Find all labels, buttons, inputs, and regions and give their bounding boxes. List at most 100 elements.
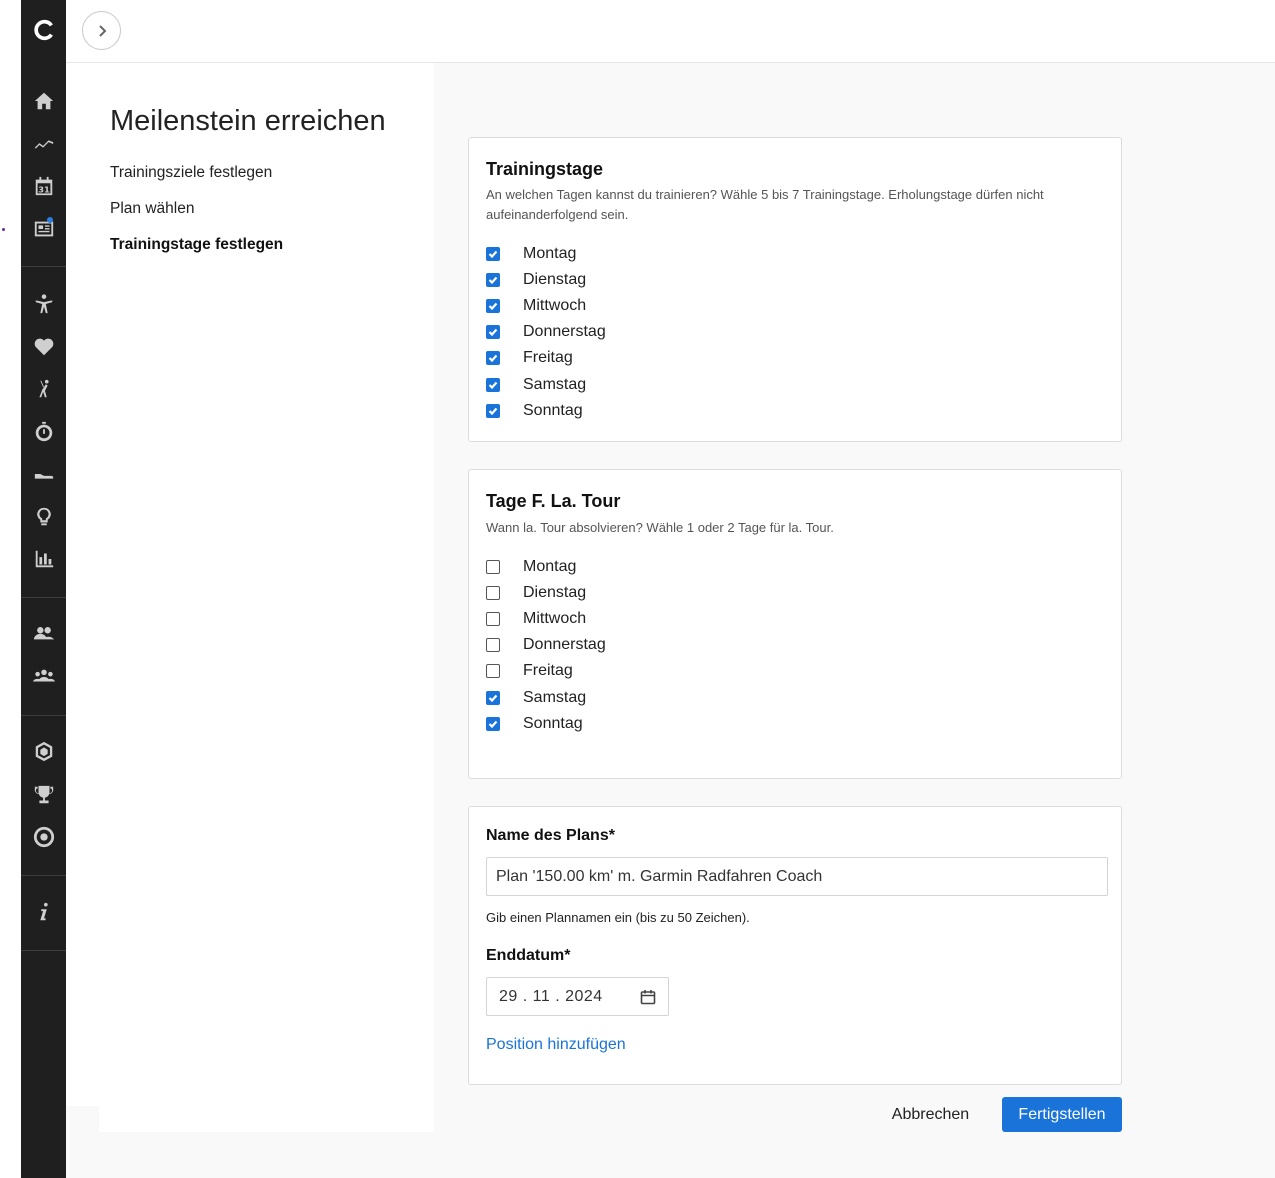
top-bar [66, 0, 1275, 63]
long-tour-day-checkbox[interactable] [486, 638, 500, 652]
training-day-row[interactable]: Freitag [486, 348, 573, 368]
bar-chart-icon[interactable] [32, 547, 56, 571]
training-day-checkbox[interactable] [486, 378, 500, 392]
long-tour-day-label: Donnerstag [523, 636, 606, 653]
end-date-input[interactable]: 29 . 11 . 2024 [486, 977, 669, 1016]
target-icon[interactable] [32, 825, 56, 849]
long-tour-day-row[interactable]: Freitag [486, 661, 573, 681]
plan-name-hint: Gib einen Plannamen ein (bis zu 50 Zeich… [486, 910, 750, 925]
garmin-logo-icon[interactable] [32, 18, 56, 42]
checkmark-icon [488, 720, 498, 729]
long-tour-day-row[interactable]: Samstag [486, 688, 586, 708]
trophy-icon[interactable] [32, 783, 56, 807]
info-icon[interactable] [32, 900, 56, 924]
rail-divider [21, 715, 66, 716]
expand-sidebar-button[interactable] [82, 11, 121, 50]
long-tour-day-row[interactable]: Montag [486, 557, 576, 577]
checkmark-icon [488, 354, 498, 363]
cancel-button[interactable]: Abbrechen [880, 1097, 981, 1132]
heart-icon[interactable] [32, 335, 56, 359]
training-day-label: Montag [523, 245, 577, 262]
long-tour-title: Tage F. La. Tour [486, 491, 621, 511]
long-tour-day-label: Dienstag [523, 584, 587, 601]
training-days-card: Trainingstage An welchen Tagen kannst du… [468, 137, 1122, 442]
training-day-label: Sonntag [523, 402, 583, 419]
checkmark-icon [488, 302, 498, 311]
training-days-description: An welchen Tagen kannst du trainieren? W… [486, 187, 1044, 222]
training-day-row[interactable]: Donnerstag [486, 322, 606, 342]
plan-name-value: Plan '150.00 km' m. Garmin Radfahren Coa… [496, 867, 823, 885]
end-date-value: 29 . 11 . 2024 [499, 987, 603, 1005]
page-title: Meilenstein erreichen [110, 105, 386, 137]
long-tour-day-label: Freitag [523, 662, 573, 679]
checkmark-icon [488, 276, 498, 285]
shoe-icon[interactable] [32, 462, 56, 486]
long-tour-day-label: Mittwoch [523, 610, 587, 627]
plan-name-input[interactable]: Plan '150.00 km' m. Garmin Radfahren Coa… [486, 857, 1108, 896]
training-day-row[interactable]: Sonntag [486, 401, 583, 421]
activity-chart-icon[interactable] [32, 132, 56, 156]
nav-rail: 31 [21, 0, 66, 1178]
training-day-row[interactable]: Samstag [486, 375, 586, 395]
long-tour-day-row[interactable]: Mittwoch [486, 609, 586, 629]
golf-icon[interactable] [32, 377, 56, 401]
training-day-checkbox[interactable] [486, 247, 500, 261]
calendar-icon[interactable]: 31 [32, 174, 56, 198]
training-day-label: Freitag [523, 349, 573, 366]
training-day-checkbox[interactable] [486, 273, 500, 287]
calendar-day-text: 31 [38, 184, 50, 194]
connections-icon[interactable] [32, 621, 56, 645]
stray-dot [2, 228, 5, 231]
long-tour-day-label: Samstag [523, 689, 587, 706]
long-tour-day-checkbox[interactable] [486, 664, 500, 678]
checkmark-icon [488, 381, 498, 390]
long-tour-day-label: Sonntag [523, 715, 583, 732]
checkmark-icon [488, 694, 498, 703]
notification-dot [47, 217, 53, 223]
training-day-label: Samstag [523, 376, 587, 393]
rail-divider [21, 950, 66, 951]
checkmark-icon [488, 407, 498, 416]
plan-details-card: Name des Plans* Plan '150.00 km' m. Garm… [468, 806, 1122, 1085]
chevron-right-icon [98, 24, 106, 37]
long-tour-day-checkbox[interactable] [486, 586, 500, 600]
long-tour-description: Wann la. Tour absolvieren? Wähle 1 oder … [486, 520, 834, 535]
long-tour-day-row[interactable]: Dienstag [486, 583, 586, 603]
end-date-label: Enddatum* [486, 947, 571, 964]
stopwatch-icon[interactable] [32, 420, 56, 444]
long-tour-card: Tage F. La. Tour Wann la. Tour absolvier… [468, 469, 1122, 779]
step-choose-plan[interactable]: Plan wählen [110, 200, 194, 218]
training-day-checkbox[interactable] [486, 404, 500, 418]
long-tour-day-row[interactable]: Donnerstag [486, 635, 606, 655]
lightbulb-icon[interactable] [32, 505, 56, 529]
training-day-row[interactable]: Dienstag [486, 270, 586, 290]
rail-divider [21, 875, 66, 876]
page: 31 Meilenstein erreichen Trainingsziele … [0, 0, 1275, 1178]
long-tour-day-checkbox[interactable] [486, 691, 500, 705]
groups-icon[interactable] [32, 664, 56, 688]
training-day-row[interactable]: Mittwoch [486, 296, 586, 316]
checkmark-icon [488, 328, 498, 337]
training-day-label: Mittwoch [523, 297, 587, 314]
rail-divider [21, 266, 66, 267]
training-day-label: Dienstag [523, 271, 587, 288]
training-days-title: Trainingstage [486, 159, 604, 179]
long-tour-day-checkbox[interactable] [486, 560, 500, 574]
badge-icon[interactable] [32, 740, 56, 764]
plan-name-label: Name des Plans* [486, 827, 615, 844]
training-day-checkbox[interactable] [486, 325, 500, 339]
training-day-checkbox[interactable] [486, 299, 500, 313]
finish-button[interactable]: Fertigstellen [1002, 1097, 1122, 1132]
training-day-checkbox[interactable] [486, 351, 500, 365]
long-tour-day-row[interactable]: Sonntag [486, 714, 583, 734]
home-icon[interactable] [32, 89, 56, 113]
training-day-row[interactable]: Montag [486, 244, 576, 264]
background-patch [66, 1132, 434, 1178]
calendar-icon[interactable] [640, 989, 656, 1005]
body-icon[interactable] [32, 292, 56, 316]
add-position-link[interactable]: Position hinzufügen [486, 1036, 626, 1054]
step-set-training-days[interactable]: Trainingstage festlegen [110, 236, 283, 254]
long-tour-day-checkbox[interactable] [486, 612, 500, 626]
step-set-goals[interactable]: Trainingsziele festlegen [110, 164, 272, 182]
long-tour-day-checkbox[interactable] [486, 717, 500, 731]
